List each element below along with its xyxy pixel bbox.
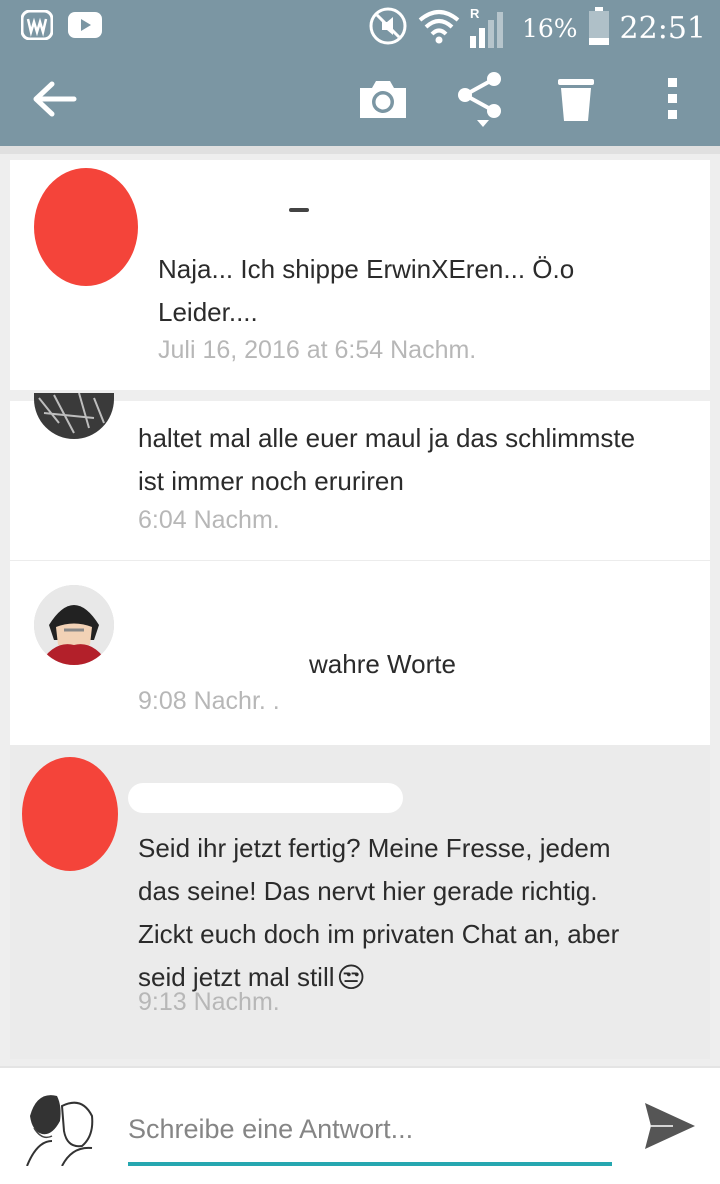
message-text-line: wahre Worte	[309, 649, 456, 679]
send-button[interactable]	[640, 1096, 700, 1156]
battery-icon	[588, 7, 610, 49]
wifi-icon	[418, 8, 460, 48]
more-vert-icon	[668, 78, 677, 119]
message-timestamp: 6:04 Nachm.	[138, 506, 280, 534]
message-text-line: das seine! Das nervt hier gerade richtig…	[138, 876, 598, 906]
author-name-redacted	[289, 208, 309, 212]
status-bar: R 16% 22:51	[0, 0, 720, 52]
mute-icon	[368, 6, 408, 50]
camera-button[interactable]	[354, 70, 412, 128]
delete-button[interactable]	[547, 70, 605, 128]
message-card[interactable]: haltet mal alle euer maul ja das schlimm…	[10, 393, 710, 561]
reply-composer	[0, 1066, 720, 1184]
avatar	[34, 585, 114, 665]
message-text-line: Naja... Ich shippe ErwinXEren... Ö.o	[158, 254, 575, 284]
unamused-emoji-icon: 😒	[336, 962, 366, 993]
back-arrow-icon	[33, 81, 77, 117]
share-button[interactable]	[451, 70, 509, 128]
message-card[interactable]: wahre Worte 9:08 Nachr. .	[10, 561, 710, 745]
message-text-line: Seid ihr jetzt fertig? Meine Fresse, jed…	[138, 833, 611, 863]
camera-icon	[360, 81, 406, 118]
message-card-highlighted[interactable]: Seid ihr jetzt fertig? Meine Fresse, jed…	[10, 745, 710, 1059]
message-card[interactable]: Naja... Ich shippe ErwinXEren... Ö.o Lei…	[10, 160, 710, 390]
app-w-icon	[20, 10, 54, 40]
share-icon	[458, 72, 501, 127]
message-timestamp: 9:13 Nachm.	[138, 988, 280, 1016]
battery-percent: 16%	[521, 13, 578, 43]
avatar-redacted	[22, 757, 118, 871]
message-timestamp: 9:08 Nachr. .	[138, 687, 280, 715]
message-feed[interactable]: Naja... Ich shippe ErwinXEren... Ö.o Lei…	[10, 160, 710, 1059]
avatar-redacted	[34, 168, 138, 286]
user-avatar	[22, 1086, 102, 1167]
trash-icon	[558, 79, 594, 121]
more-options-button[interactable]	[644, 70, 702, 128]
signal-icon: R	[469, 6, 512, 48]
message-text-line: Zickt euch doch im privaten Chat an, abe…	[138, 919, 620, 949]
input-underline	[128, 1162, 612, 1166]
back-button[interactable]	[26, 70, 84, 128]
youtube-icon	[68, 10, 102, 40]
clock: 22:51	[619, 10, 706, 46]
appbar-shadow	[0, 146, 720, 154]
app-bar	[0, 52, 720, 146]
avatar	[34, 393, 114, 439]
reply-input[interactable]	[128, 1104, 612, 1154]
send-icon	[645, 1103, 695, 1149]
message-text-line: haltet mal alle euer maul ja das schlimm…	[138, 423, 636, 453]
message-timestamp: Juli 16, 2016 at 6:54 Nachm.	[158, 336, 477, 364]
message-text-line: ist immer noch eruriren	[138, 466, 404, 496]
author-name-redacted	[128, 783, 403, 813]
message-text-line: Leider....	[158, 297, 258, 327]
card-separator	[10, 390, 710, 401]
